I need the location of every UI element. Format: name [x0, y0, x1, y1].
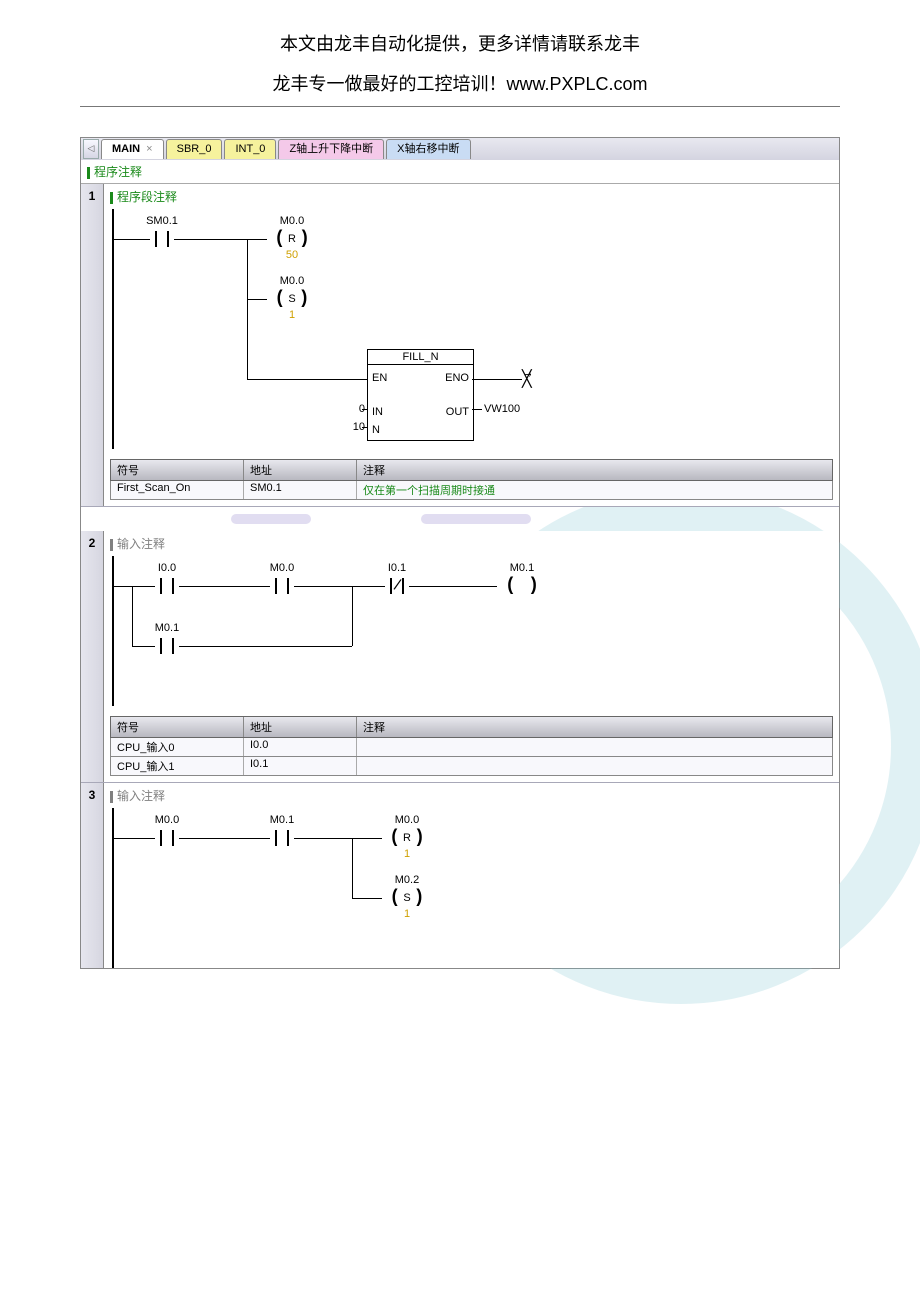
tab-sbr0[interactable]: SBR_0 — [166, 139, 223, 159]
contact-sm0.1[interactable]: SM0.1 — [142, 231, 182, 247]
comment-mark-icon — [87, 167, 90, 179]
network-1-ladder[interactable]: SM0.1 M0.0 (R) 50 M0.0 (S) 1 — [112, 209, 839, 449]
contact-i0.0[interactable]: I0.0 — [147, 578, 187, 594]
divider — [80, 106, 840, 107]
tab-scroll-left[interactable]: ◁ — [83, 139, 99, 159]
tab-z-axis-interrupt[interactable]: Z轴上升下降中断 — [278, 139, 384, 159]
col-address: 地址 — [244, 717, 357, 737]
network-2-title[interactable]: 输入注释 — [104, 531, 839, 556]
col-symbol: 符号 — [111, 717, 244, 737]
network-1-symbol-table: 符号 地址 注释 First_Scan_On SM0.1 仅在第一个扫描周期时接… — [110, 459, 833, 500]
network-2-ladder[interactable]: I0.0 M0.0 I0.1 / M0.1 ( ) — [112, 556, 839, 706]
network-3-ladder[interactable]: M0.0 M0.1 M0.0 (R) 1 — [112, 808, 839, 968]
contact-nc-i0.1[interactable]: I0.1 / — [377, 578, 417, 594]
network-1-number: 1 — [81, 184, 104, 506]
coil-set-m0.2-n3[interactable]: M0.2 (S) 1 — [382, 890, 432, 906]
col-address: 地址 — [244, 460, 357, 480]
contact-parallel-m0.1[interactable]: M0.1 — [147, 638, 187, 654]
tab-main[interactable]: MAIN × — [101, 139, 164, 159]
tab-close-icon[interactable]: × — [146, 143, 152, 155]
doc-header-1: 本文由龙丰自动化提供，更多详情请联系龙丰 — [0, 0, 920, 64]
col-comment: 注释 — [357, 460, 832, 480]
tab-int0[interactable]: INT_0 — [224, 139, 276, 159]
col-symbol: 符号 — [111, 460, 244, 480]
tab-bar: ◁ MAIN × SBR_0 INT_0 Z轴上升下降中断 X轴右移中断 — [81, 138, 839, 160]
tab-x-axis-interrupt[interactable]: X轴右移中断 — [386, 139, 470, 159]
network-2-symbol-table: 符号 地址 注释 CPU_输入0 I0.0 CPU_输入1 I0.1 — [110, 716, 833, 776]
network-3[interactable]: 3 输入注释 M0.0 M0.1 M0. — [81, 783, 839, 968]
plc-editor: ◁ MAIN × SBR_0 INT_0 Z轴上升下降中断 X轴右移中断 程序注… — [80, 137, 840, 969]
network-2-number: 2 — [81, 531, 104, 782]
tab-main-label: MAIN — [112, 143, 140, 155]
function-block-fill-n[interactable]: FILL_N EN ENO IN OUT N — [367, 349, 474, 441]
coil-set-m0.0[interactable]: M0.0 (S) 1 — [267, 291, 317, 307]
network-3-title[interactable]: 输入注释 — [104, 783, 839, 808]
coil-reset-m0.0-n3[interactable]: M0.0 (R) 1 — [382, 830, 432, 846]
doc-header-2: 龙丰专一做最好的工控培训！www.PXPLC.com — [0, 64, 920, 106]
coil-reset-m0.0[interactable]: M0.0 (R) 50 — [267, 231, 317, 247]
arrow-icon: → — [523, 361, 533, 384]
contact-m0.1-n3[interactable]: M0.1 — [262, 830, 302, 846]
program-comment[interactable]: 程序注释 — [81, 160, 839, 184]
network-2[interactable]: 2 输入注释 I0.0 M0.0 I0.1 / — [81, 531, 839, 783]
fill-n-out-value: VW100 — [484, 403, 520, 415]
table-row: CPU_输入0 I0.0 — [110, 738, 833, 757]
table-row: First_Scan_On SM0.1 仅在第一个扫描周期时接通 — [110, 481, 833, 500]
contact-m0.0[interactable]: M0.0 — [262, 578, 302, 594]
col-comment: 注释 — [357, 717, 832, 737]
network-1-title[interactable]: 程序段注释 — [104, 184, 839, 209]
network-3-number: 3 — [81, 783, 104, 968]
table-row: CPU_输入1 I0.1 — [110, 757, 833, 776]
program-comment-text: 程序注释 — [94, 165, 142, 179]
network-1[interactable]: 1 程序段注释 SM0.1 M0.0 (R) 50 — [81, 184, 839, 507]
coil-m0.1[interactable]: M0.1 ( ) — [497, 578, 547, 594]
contact-m0.0-n3[interactable]: M0.0 — [147, 830, 187, 846]
section-divider — [81, 507, 839, 531]
